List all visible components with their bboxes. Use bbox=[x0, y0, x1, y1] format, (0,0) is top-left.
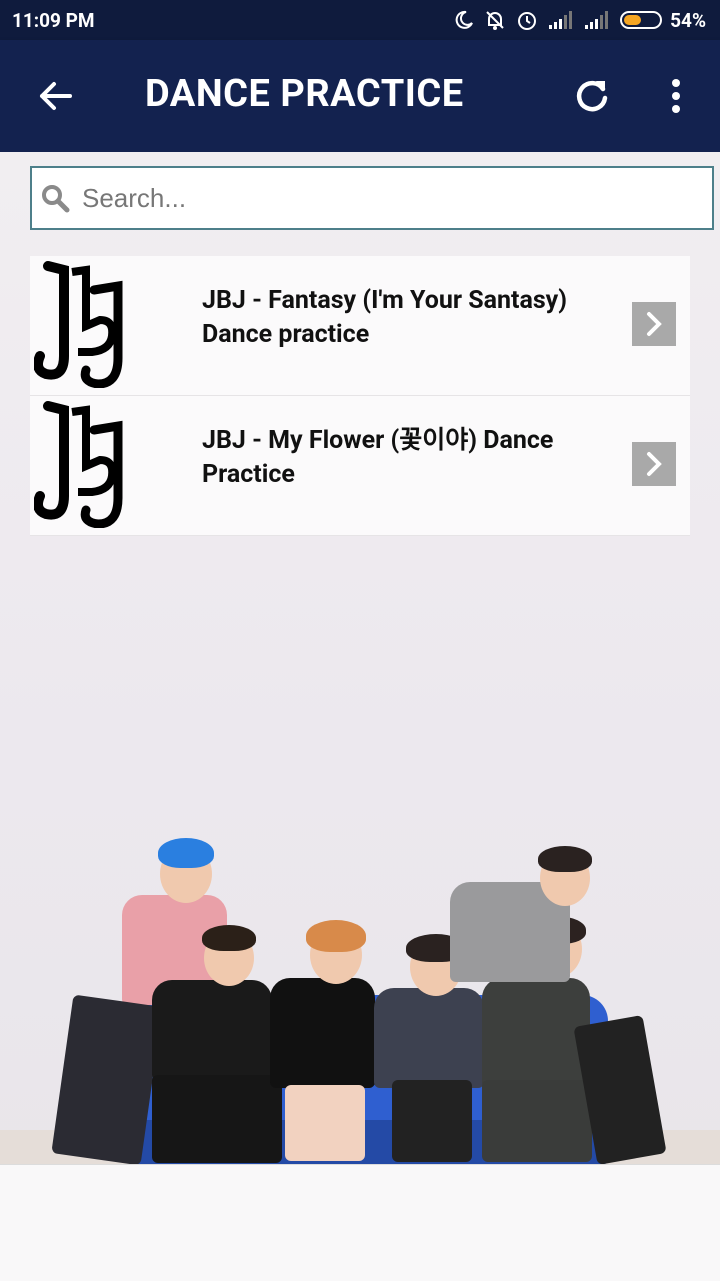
search-input[interactable] bbox=[80, 181, 684, 215]
battery-icon bbox=[620, 11, 663, 29]
bottom-area bbox=[0, 1164, 720, 1281]
signal-icon bbox=[549, 11, 573, 29]
battery-percent: 54% bbox=[670, 8, 706, 32]
page-title: DANCE PRACTICE bbox=[145, 72, 464, 116]
more-vertical-icon[interactable] bbox=[664, 76, 688, 116]
app-bar: DANCE PRACTICE bbox=[0, 40, 720, 152]
moon-icon bbox=[455, 10, 474, 29]
list-item[interactable]: JBJ - My Flower (꽃이야) Dance Practice bbox=[30, 396, 690, 536]
signal-icon bbox=[585, 11, 609, 29]
status-time: 11:09 PM bbox=[12, 8, 95, 32]
jbj-logo-icon bbox=[34, 401, 123, 528]
jbj-logo-icon bbox=[34, 261, 123, 388]
chevron-right-icon bbox=[647, 312, 662, 336]
status-icons: 54% bbox=[454, 9, 706, 32]
battery-indicator: 54% bbox=[620, 9, 706, 32]
arrow-left-icon[interactable] bbox=[36, 76, 76, 116]
alarm-icon bbox=[518, 12, 537, 30]
status-bar: 11:09 PM 54% bbox=[0, 0, 720, 40]
open-button[interactable] bbox=[632, 442, 676, 486]
video-title: JBJ - Fantasy (I'm Your Santasy) Dance p… bbox=[202, 286, 568, 349]
bell-off-icon bbox=[486, 11, 504, 30]
video-list: JBJ - Fantasy (I'm Your Santasy) Dance p… bbox=[30, 256, 690, 536]
search-icon bbox=[42, 185, 70, 213]
search-box[interactable] bbox=[30, 166, 714, 230]
list-item[interactable]: JBJ - Fantasy (I'm Your Santasy) Dance p… bbox=[30, 256, 690, 396]
refresh-icon[interactable] bbox=[572, 76, 612, 116]
chevron-right-icon bbox=[647, 452, 662, 476]
video-title: JBJ - My Flower (꽃이야) Dance Practice bbox=[202, 426, 554, 489]
open-button[interactable] bbox=[632, 302, 676, 346]
